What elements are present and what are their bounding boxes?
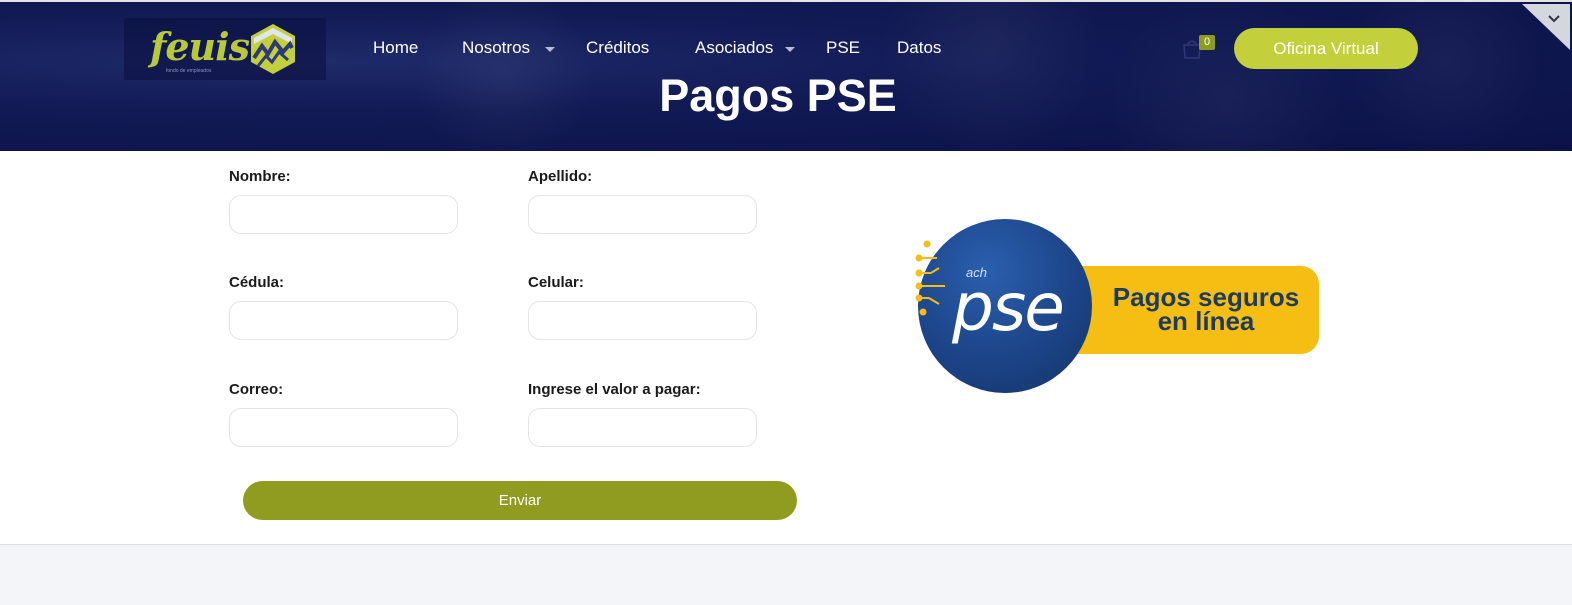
nombre-label: Nombre: [229, 168, 291, 185]
nav-pse[interactable]: PSE [826, 38, 860, 58]
valor-label: Ingrese el valor a pagar: [528, 381, 701, 398]
logo-mountain-icon [251, 24, 295, 74]
pse-tagline-line2: en línea [1157, 306, 1255, 336]
correo-label: Correo: [229, 381, 284, 398]
valor-input[interactable] [528, 408, 757, 447]
nav-asociados[interactable]: Asociados [695, 38, 773, 58]
cedula-input[interactable] [229, 301, 458, 340]
celular-input[interactable] [528, 301, 757, 340]
corner-toggle-icon[interactable] [1522, 4, 1570, 50]
apellido-input[interactable] [528, 195, 757, 234]
nav-nosotros[interactable]: Nosotros [462, 38, 530, 58]
nombre-input[interactable] [229, 195, 458, 234]
nav-home[interactable]: Home [373, 38, 418, 58]
correo-input[interactable] [229, 408, 458, 447]
chevron-down-icon[interactable] [545, 47, 555, 52]
cart-count-badge: 0 [1199, 35, 1215, 50]
pse-tagline: Pagos seguros en línea [1096, 284, 1316, 336]
site-header: feuis fondo de empleados Home Nosotros C… [0, 0, 1572, 151]
nav-datos[interactable]: Datos [897, 38, 941, 58]
apellido-label: Apellido: [528, 168, 593, 185]
payment-section: Nombre: Apellido: Cédula: Celular: Corre… [0, 151, 1572, 545]
enviar-button[interactable]: Enviar [243, 481, 797, 520]
nav-creditos[interactable]: Créditos [586, 38, 649, 58]
oficina-virtual-button[interactable]: Oficina Virtual [1234, 28, 1418, 69]
celular-label: Celular: [528, 274, 584, 291]
chevron-down-icon[interactable] [785, 47, 795, 52]
cedula-label: Cédula: [229, 274, 285, 291]
page-title: Pagos PSE [659, 70, 897, 121]
pse-wordmark: pse [952, 269, 1065, 346]
logo-wordmark: feuis [150, 24, 250, 69]
